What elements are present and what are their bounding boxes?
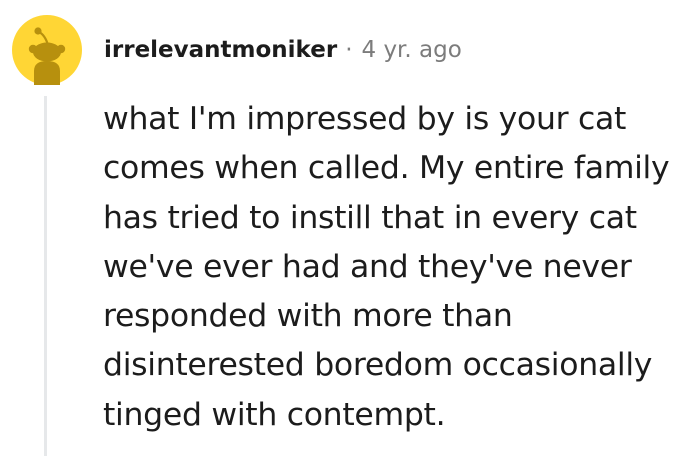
username-link[interactable]: irrelevantmoniker (104, 37, 337, 63)
comment-timestamp[interactable]: 4 yr. ago (362, 37, 462, 63)
comment-body: what I'm impressed by is your cat comes … (103, 101, 670, 433)
thread-collapse-line[interactable] (44, 96, 47, 456)
comment: irrelevantmoniker · 4 yr. ago what I'm i… (0, 0, 700, 456)
comment-meta: irrelevantmoniker · 4 yr. ago (104, 33, 462, 67)
meta-separator: · (345, 37, 353, 63)
user-avatar[interactable] (12, 15, 82, 85)
snoo-avatar-icon (12, 15, 82, 85)
